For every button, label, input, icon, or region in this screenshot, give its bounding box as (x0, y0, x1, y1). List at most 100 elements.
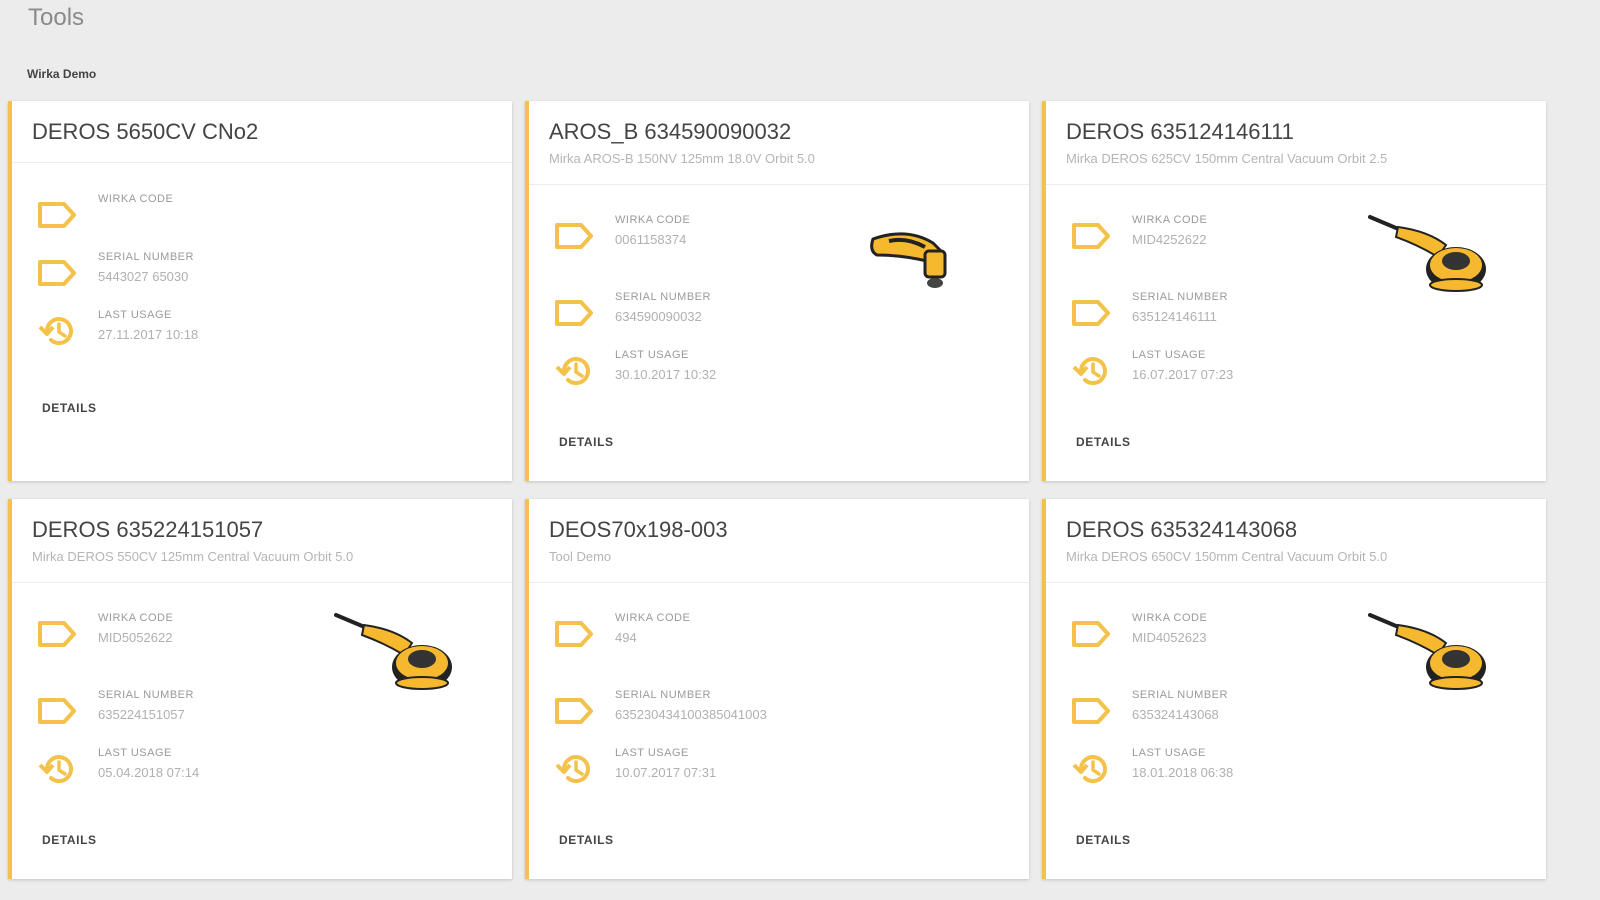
field-usage: LAST USAGE 27.11.2017 10:18 (34, 309, 198, 367)
card-fields: WIRKA CODE MID5052622 SERIAL NUMBER 6352… (34, 612, 199, 805)
group-label: Wirka Demo (27, 67, 97, 81)
serial-value: 635324143068 (1132, 707, 1219, 722)
card-header: DEROS 635224151057 Mirka DEROS 550CV 125… (12, 499, 512, 583)
usage-label: LAST USAGE (1132, 349, 1206, 361)
tag-icon (1068, 293, 1114, 333)
tool-card-6: DEROS 635324143068 Mirka DEROS 650CV 150… (1042, 499, 1546, 879)
field-usage: LAST USAGE 05.04.2018 07:14 (34, 747, 199, 805)
serial-label: SERIAL NUMBER (615, 291, 711, 303)
card-header: AROS_B 634590090032 Mirka AROS-B 150NV 1… (529, 101, 1029, 185)
card-subtitle: Mirka AROS-B 150NV 125mm 18.0V Orbit 5.0 (549, 151, 815, 166)
code-label: WIRKA CODE (1132, 612, 1208, 624)
orbital-sander-icon (1368, 211, 1488, 306)
mini-sander-icon (867, 221, 957, 306)
usage-label: LAST USAGE (1132, 747, 1206, 759)
details-button[interactable]: DETAILS (1072, 431, 1135, 453)
code-label: WIRKA CODE (615, 214, 691, 226)
tool-card-4: DEROS 635224151057 Mirka DEROS 550CV 125… (8, 499, 512, 879)
tag-icon (551, 216, 597, 256)
usage-value: 27.11.2017 10:18 (98, 327, 199, 342)
tag-icon (551, 691, 597, 731)
usage-label: LAST USAGE (615, 747, 689, 759)
card-title: DEROS 5650CV CNo2 (32, 119, 259, 144)
card-fields: WIRKA CODE MID4252622 SERIAL NUMBER 6351… (1068, 214, 1233, 407)
usage-label: LAST USAGE (615, 349, 689, 361)
field-code: WIRKA CODE 494 (551, 612, 767, 689)
code-label: WIRKA CODE (98, 612, 174, 624)
orbital-sander-icon (334, 609, 454, 704)
card-subtitle: Tool Demo (549, 549, 612, 564)
tag-icon (551, 614, 597, 654)
card-title: DEROS 635124146111 (1066, 119, 1294, 144)
field-usage: LAST USAGE 18.01.2018 06:38 (1068, 747, 1233, 805)
card-fields: WIRKA CODE SERIAL NUMBER 5443027 65030 L… (34, 193, 198, 367)
tool-card-3: DEROS 635124146111 Mirka DEROS 625CV 150… (1042, 101, 1546, 481)
card-fields: WIRKA CODE MID4052623 SERIAL NUMBER 6353… (1068, 612, 1233, 805)
field-serial: SERIAL NUMBER 635230434100385041003 (551, 689, 767, 747)
history-icon (34, 311, 80, 351)
usage-value: 18.01.2018 06:38 (1132, 765, 1234, 780)
field-code: WIRKA CODE MID4052623 (1068, 612, 1233, 689)
tag-icon (1068, 216, 1114, 256)
card-header: DEROS 635124146111 Mirka DEROS 625CV 150… (1046, 101, 1546, 185)
usage-value: 10.07.2017 07:31 (615, 765, 717, 780)
usage-label: LAST USAGE (98, 309, 172, 321)
tool-card-1: DEROS 5650CV CNo2 WIRKA CODE SERIAL NUMB… (8, 101, 512, 481)
tool-card-5: DEOS70x198-003 Tool Demo WIRKA CODE 494 … (525, 499, 1029, 879)
code-value: 494 (615, 630, 637, 645)
tag-icon (1068, 691, 1114, 731)
details-button[interactable]: DETAILS (555, 431, 618, 453)
card-title: AROS_B 634590090032 (549, 119, 792, 144)
tool-grid: DEROS 5650CV CNo2 WIRKA CODE SERIAL NUMB… (8, 101, 1576, 879)
tag-icon (551, 293, 597, 333)
usage-value: 16.07.2017 07:23 (1132, 367, 1234, 382)
details-button[interactable]: DETAILS (38, 829, 101, 851)
usage-value: 05.04.2018 07:14 (98, 765, 200, 780)
field-code: WIRKA CODE MID4252622 (1068, 214, 1233, 291)
serial-label: SERIAL NUMBER (1132, 689, 1228, 701)
card-fields: WIRKA CODE 0061158374 SERIAL NUMBER 6345… (551, 214, 716, 407)
serial-value: 635124146111 (1132, 309, 1217, 324)
details-button[interactable]: DETAILS (38, 397, 101, 419)
code-value: MID4252622 (1132, 232, 1207, 247)
code-value: MID4052623 (1132, 630, 1207, 645)
field-code: WIRKA CODE 0061158374 (551, 214, 716, 291)
code-label: WIRKA CODE (98, 193, 174, 205)
details-button[interactable]: DETAILS (1072, 829, 1135, 851)
serial-value: 635224151057 (98, 707, 185, 722)
code-label: WIRKA CODE (1132, 214, 1208, 226)
serial-label: SERIAL NUMBER (1132, 291, 1228, 303)
usage-label: LAST USAGE (98, 747, 172, 759)
field-code: WIRKA CODE MID5052622 (34, 612, 199, 689)
history-icon (551, 351, 597, 391)
serial-value: 635230434100385041003 (615, 707, 767, 722)
field-serial: SERIAL NUMBER 5443027 65030 (34, 251, 198, 309)
orbital-sander-icon (1368, 609, 1488, 704)
card-subtitle: Mirka DEROS 550CV 125mm Central Vacuum O… (32, 549, 354, 564)
field-serial: SERIAL NUMBER 635324143068 (1068, 689, 1233, 747)
card-subtitle: Mirka DEROS 625CV 150mm Central Vacuum O… (1066, 151, 1388, 166)
card-title: DEOS70x198-003 (549, 517, 728, 542)
tag-icon (34, 691, 80, 731)
history-icon (551, 749, 597, 789)
field-usage: LAST USAGE 30.10.2017 10:32 (551, 349, 716, 407)
serial-label: SERIAL NUMBER (615, 689, 711, 701)
tag-icon (1068, 614, 1114, 654)
history-icon (1068, 749, 1114, 789)
card-header: DEROS 5650CV CNo2 (12, 101, 512, 163)
usage-value: 30.10.2017 10:32 (615, 367, 717, 382)
details-button[interactable]: DETAILS (555, 829, 618, 851)
code-label: WIRKA CODE (615, 612, 691, 624)
history-icon (34, 749, 80, 789)
tag-icon (34, 195, 80, 235)
card-header: DEROS 635324143068 Mirka DEROS 650CV 150… (1046, 499, 1546, 583)
code-value: MID5052622 (98, 630, 173, 645)
field-serial: SERIAL NUMBER 635224151057 (34, 689, 199, 747)
serial-value: 5443027 65030 (98, 269, 189, 284)
code-value: 0061158374 (615, 232, 687, 247)
field-serial: SERIAL NUMBER 634590090032 (551, 291, 716, 349)
tag-icon (34, 614, 80, 654)
card-title: DEROS 635324143068 (1066, 517, 1298, 542)
field-usage: LAST USAGE 16.07.2017 07:23 (1068, 349, 1233, 407)
card-header: DEOS70x198-003 Tool Demo (529, 499, 1029, 583)
